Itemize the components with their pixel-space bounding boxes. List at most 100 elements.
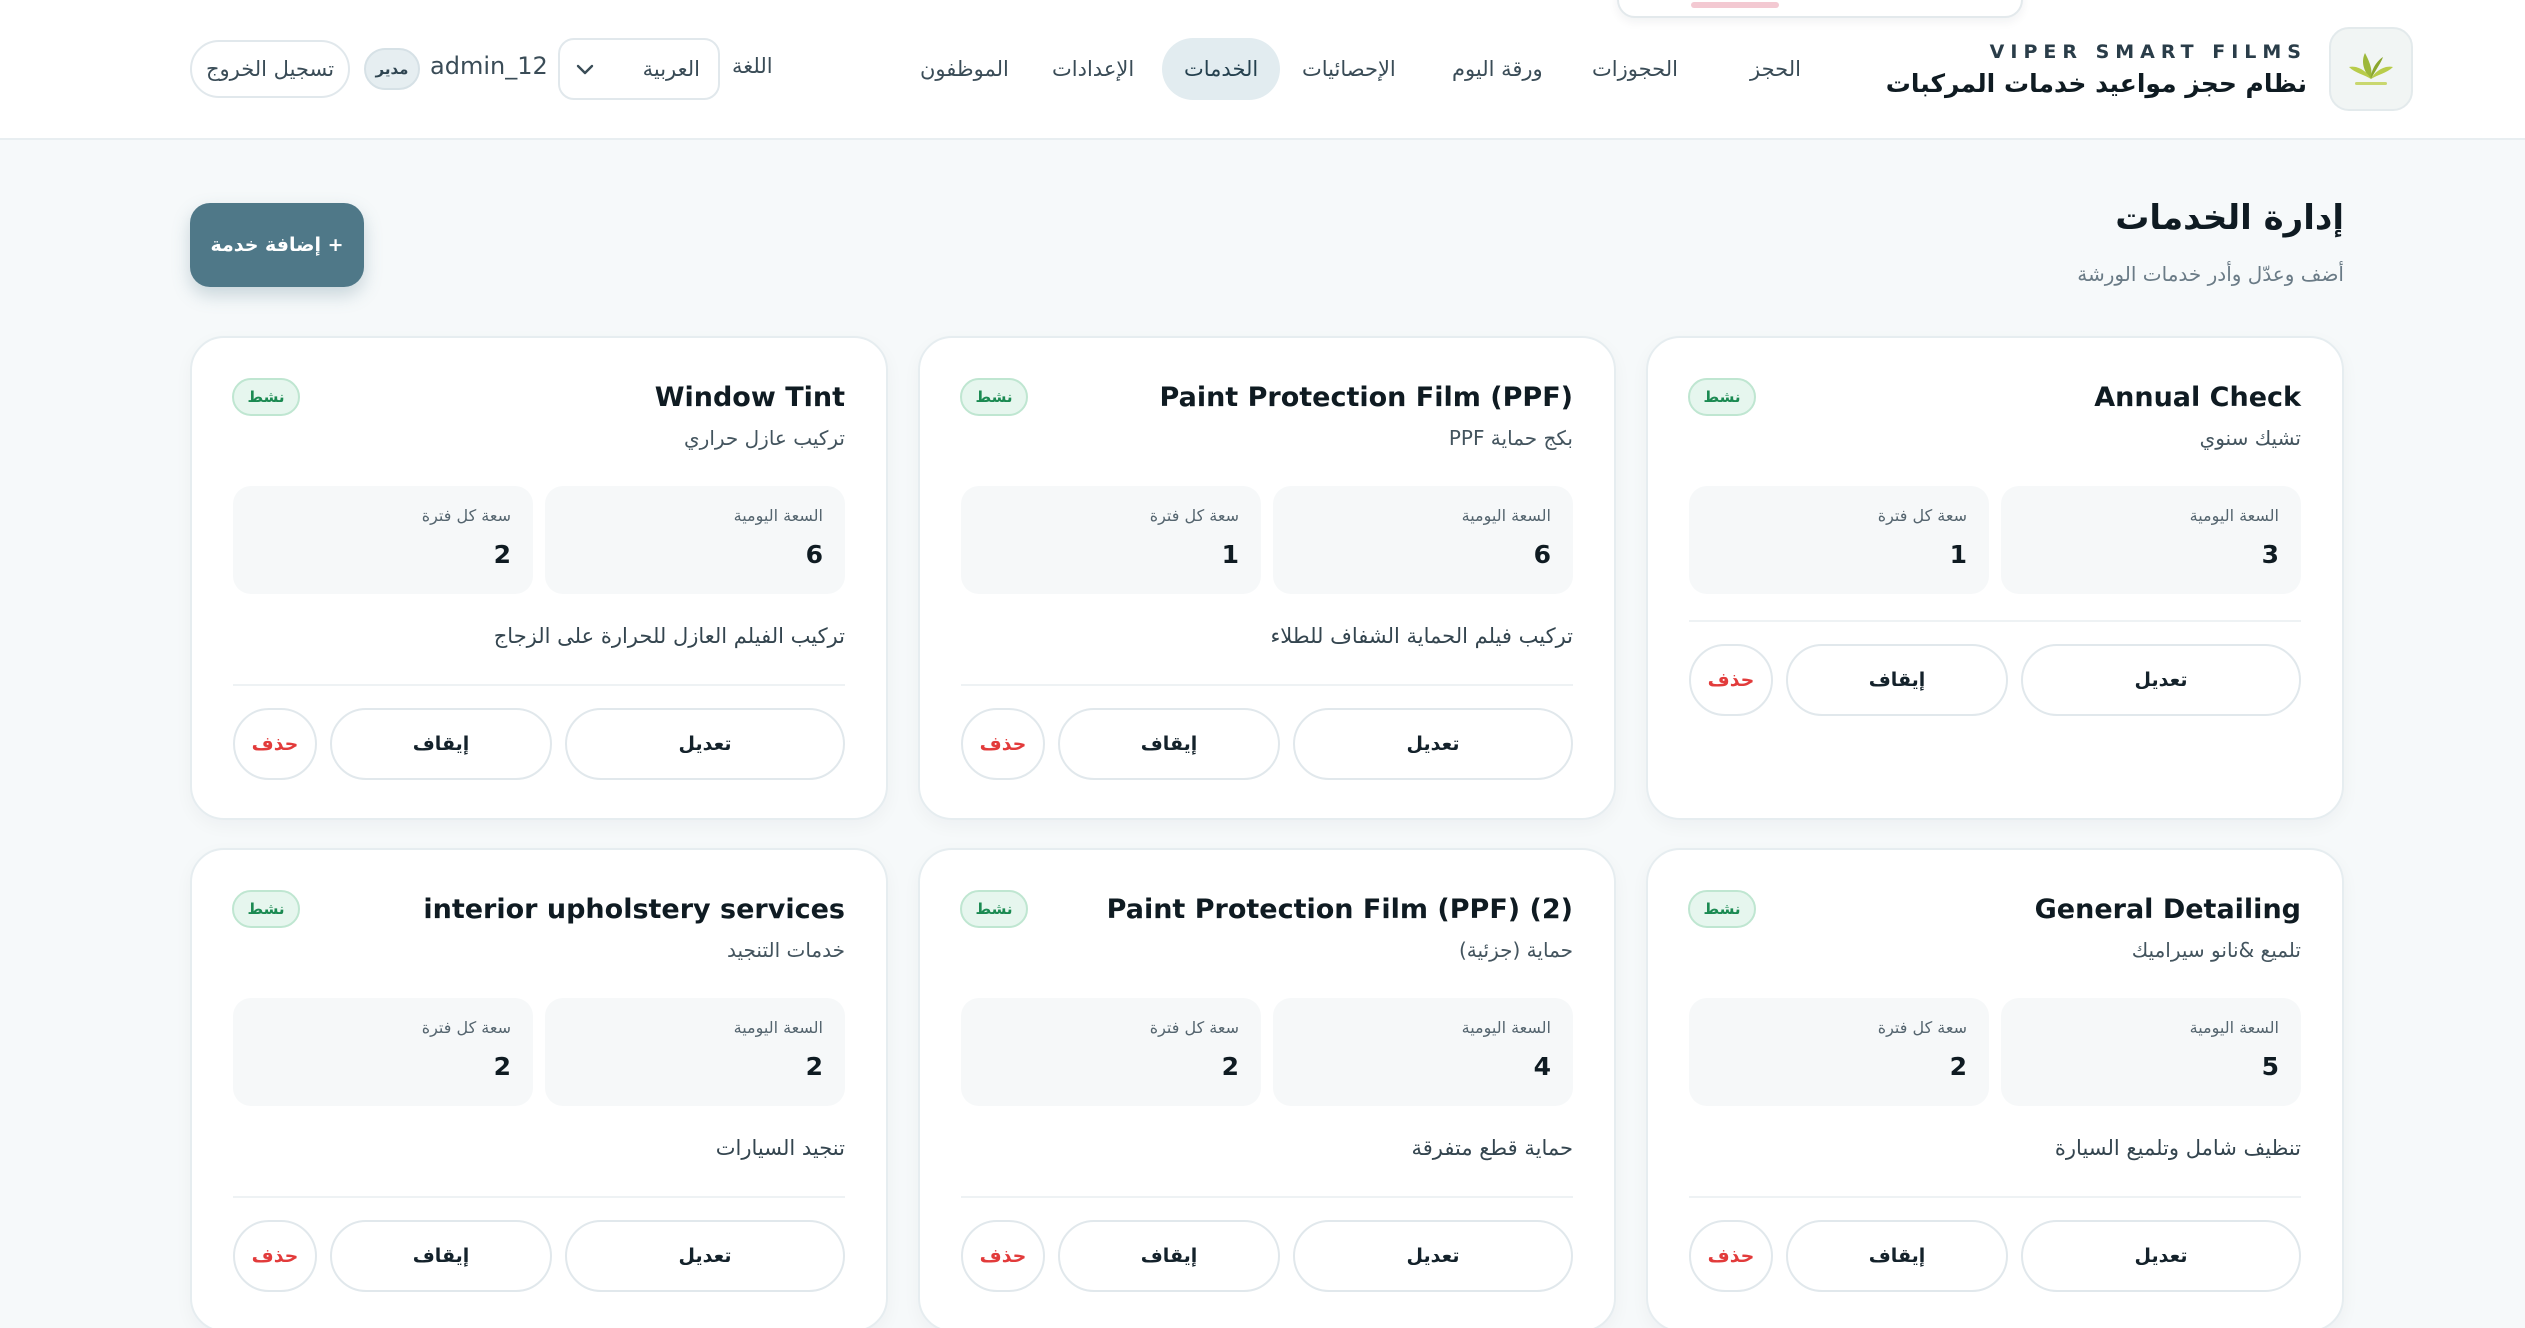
page-subtitle: أضف وعدّل وأدر خدمات الورشة [2077,262,2344,286]
daily-capacity-box: السعة اليومية 6 [1273,486,1573,594]
card-divider [1689,620,2301,622]
slot-capacity-value: 2 [493,1052,511,1081]
service-description: حماية قطع متفرقة [1411,1136,1573,1160]
daily-capacity-box: السعة اليومية 3 [2001,486,2301,594]
slot-capacity-value: 2 [1221,1052,1239,1081]
card-divider [233,684,845,686]
daily-capacity-label: السعة اليومية [1461,1018,1551,1037]
edit-button[interactable]: تعديل [1293,1220,1573,1292]
service-subname: تلميع &نانو سيراميك [2131,938,2301,962]
page-title: إدارة الخدمات [2115,198,2344,238]
pause-button[interactable]: إيقاف [330,1220,552,1292]
viper-leaf-logo-icon [2329,27,2413,111]
service-name: General Detailing [2034,894,2301,925]
daily-capacity-value: 5 [2261,1052,2279,1081]
nav-services[interactable]: الخدمات [1162,38,1281,100]
daily-capacity-value: 4 [1533,1052,1551,1081]
pause-button[interactable]: إيقاف [1058,708,1280,780]
slot-capacity-value: 1 [1221,540,1239,569]
slot-capacity-label: سعة كل فترة [421,506,511,525]
status-badge: نشط [960,378,1028,416]
status-badge: نشط [1688,890,1756,928]
brand-subtitle: VIPER SMART FILMS [1989,40,2307,63]
slot-capacity-label: سعة كل فترة [421,1018,511,1037]
edit-button[interactable]: تعديل [565,1220,845,1292]
language-value: العربية [642,57,700,81]
edit-button[interactable]: تعديل [1293,708,1573,780]
card-divider [1689,1196,2301,1198]
nav-statistics[interactable]: الإحصائيات [1280,38,1418,100]
daily-capacity-label: السعة اليومية [733,1018,823,1037]
service-subname: تشيك سنوي [2199,426,2301,450]
slot-capacity-label: سعة كل فترة [1149,506,1239,525]
service-description: تنظيف شامل وتلميع السيارة [2054,1136,2301,1160]
daily-capacity-value: 2 [805,1052,823,1081]
service-subname: حماية (جزئية) [1459,938,1573,962]
service-card-interior-upholstery: interior upholstery services خدمات التنج… [190,848,888,1328]
username: admin_12 [430,52,548,80]
status-badge: نشط [960,890,1028,928]
daily-capacity-box: السعة اليومية 5 [2001,998,2301,1106]
slot-capacity-label: سعة كل فترة [1149,1018,1239,1037]
daily-capacity-box: السعة اليومية 6 [545,486,845,594]
slot-capacity-value: 1 [1949,540,1967,569]
service-card-ppf-2: Paint Protection Film (PPF) (2) حماية (ج… [918,848,1616,1328]
pause-button[interactable]: إيقاف [330,708,552,780]
service-name: Paint Protection Film (PPF) (2) [1106,894,1573,925]
card-divider [961,684,1573,686]
pause-button[interactable]: إيقاف [1786,644,2008,716]
brand[interactable]: VIPER SMART FILMS نظام حجز مواعيد خدمات … [1886,26,2413,112]
nav-daily-sheet[interactable]: ورقة اليوم [1430,38,1565,100]
daily-capacity-label: السعة اليومية [2189,1018,2279,1037]
status-badge: نشط [232,890,300,928]
card-divider [961,1196,1573,1198]
service-name: interior upholstery services [423,894,845,925]
slot-capacity-box: سعة كل فترة 2 [961,998,1261,1106]
service-name: Window Tint [654,382,845,413]
delete-button[interactable]: حذف [1689,644,1773,716]
status-badge: نشط [232,378,300,416]
status-badge: نشط [1688,378,1756,416]
top-navigation-bar: VIPER SMART FILMS نظام حجز مواعيد خدمات … [0,0,2525,140]
role-badge: مدير [364,48,420,90]
slot-capacity-label: سعة كل فترة [1877,506,1967,525]
service-description: تركيب فيلم الحماية الشفاف للطلاء [1270,624,1573,648]
edit-button[interactable]: تعديل [2021,1220,2301,1292]
edit-button[interactable]: تعديل [2021,644,2301,716]
nav-settings[interactable]: الإعدادات [1030,38,1156,100]
nav-booking[interactable]: الحجز [1728,38,1823,100]
delete-button[interactable]: حذف [1689,1220,1773,1292]
edit-button[interactable]: تعديل [565,708,845,780]
slot-capacity-value: 2 [1949,1052,1967,1081]
daily-capacity-value: 6 [805,540,823,569]
dropdown-popup-edge [1617,0,2023,18]
delete-button[interactable]: حذف [233,708,317,780]
service-subname: تركيب عازل حراري [684,426,845,450]
nav-bookings[interactable]: الحجوزات [1570,38,1700,100]
language-select[interactable]: العربية [558,38,720,100]
delete-button[interactable]: حذف [233,1220,317,1292]
chevron-down-icon [576,57,594,81]
nav-employees[interactable]: الموظفون [898,38,1031,100]
slot-capacity-box: سعة كل فترة 2 [1689,998,1989,1106]
delete-button[interactable]: حذف [961,708,1045,780]
service-subname: خدمات التنجيد [726,938,845,962]
slot-capacity-box: سعة كل فترة 2 [233,486,533,594]
slot-capacity-box: سعة كل فترة 2 [233,998,533,1106]
service-name: Paint Protection Film (PPF) [1159,382,1573,413]
slot-capacity-box: سعة كل فترة 1 [961,486,1261,594]
logout-button[interactable]: تسجيل الخروج [190,40,350,98]
delete-button[interactable]: حذف [961,1220,1045,1292]
daily-capacity-box: السعة اليومية 2 [545,998,845,1106]
pause-button[interactable]: إيقاف [1786,1220,2008,1292]
add-service-button[interactable]: + إضافة خدمة [190,203,364,287]
service-subname: بكج حماية PPF [1448,426,1573,450]
pause-button[interactable]: إيقاف [1058,1220,1280,1292]
service-card-ppf: Paint Protection Film (PPF) بكج حماية PP… [918,336,1616,820]
service-card-annual-check: Annual Check تشيك سنوي نشط السعة اليومية… [1646,336,2344,820]
language-label: اللغة [732,54,773,78]
service-card-window-tint: Window Tint تركيب عازل حراري نشط السعة ا… [190,336,888,820]
daily-capacity-label: السعة اليومية [1461,506,1551,525]
daily-capacity-label: السعة اليومية [2189,506,2279,525]
slot-capacity-value: 2 [493,540,511,569]
